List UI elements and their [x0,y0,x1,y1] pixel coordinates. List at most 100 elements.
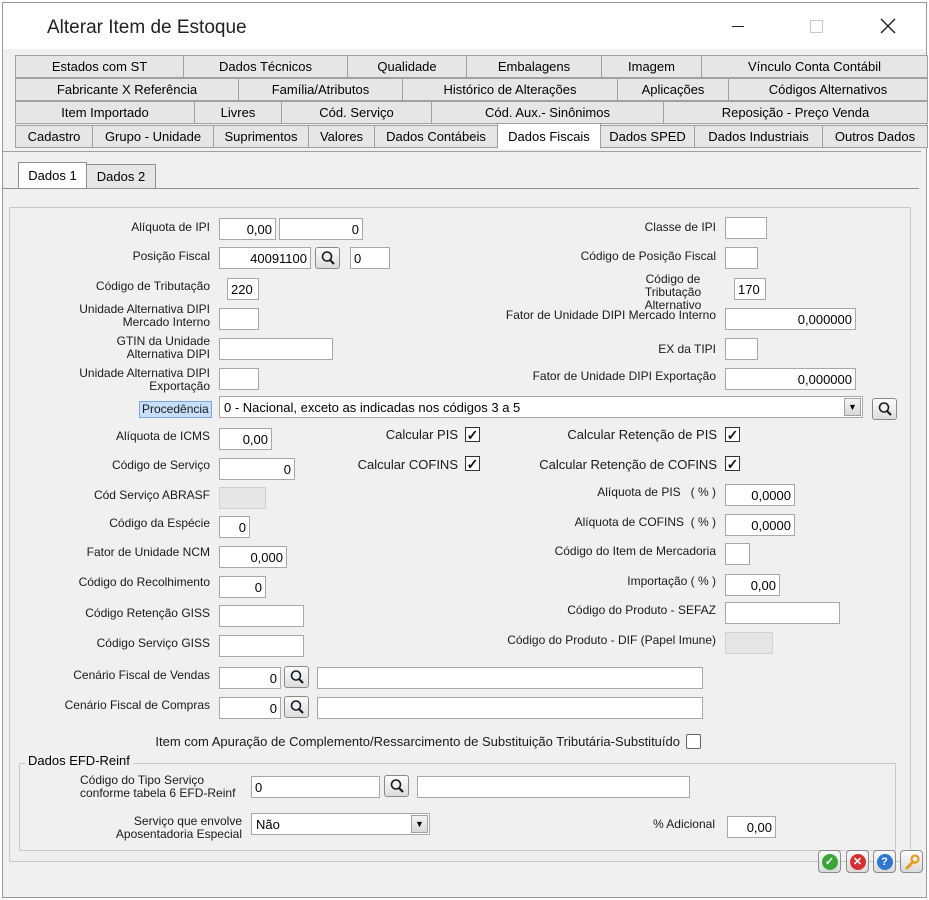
codigo-item-mercadoria-label: Código do Item de Mercadoria [554,544,716,558]
cod-servico-abrasf-input [219,487,266,509]
tab-embalagens[interactable]: Embalagens [466,55,602,78]
tab-estados-com-st[interactable]: Estados com ST [15,55,184,78]
importacao-label: Importação ( % ) [627,574,716,588]
subtab-dados-1[interactable]: Dados 1 [18,162,87,189]
calc-pis-checkbox[interactable]: ✓ [465,427,480,442]
codigo-tributacao-input[interactable]: 220 [227,278,259,300]
tab-reposicao-preco-venda[interactable]: Reposição - Preço Venda [663,101,928,124]
title-bar: Alterar Item de Estoque [3,3,926,49]
check-icon: ✓ [821,853,838,870]
classe-ipi-input[interactable] [725,217,767,239]
cenario-compras-search-button[interactable] [284,696,309,718]
codigo-recolhimento-input[interactable]: 0 [219,576,266,598]
aliquota-cofins-input[interactable]: 0,0000 [725,514,795,536]
calc-ret-pis-checkbox[interactable]: ✓ [725,427,740,442]
tab-cod-servico[interactable]: Cód. Serviço [281,101,432,124]
cancel-button[interactable]: ✕ [846,850,869,873]
posicao-fiscal-search-button[interactable] [315,247,340,269]
unid-alt-dipi-mi-input[interactable] [219,308,259,330]
aliquota-ipi-secondary-input[interactable]: 0 [279,218,363,240]
posicao-fiscal-input[interactable]: 40091100 [219,247,311,269]
subtab-dados-2[interactable]: Dados 2 [86,164,156,189]
tab-dados-sped[interactable]: Dados SPED [600,125,695,148]
tab-dados-industriais[interactable]: Dados Industriais [694,125,823,148]
fator-dipi-exp-input[interactable]: 0,000000 [725,368,856,390]
unid-alt-dipi-mi-label-line1: Unidade Alternativa DIPI [79,302,210,316]
aliquota-pis-input[interactable]: 0,0000 [725,484,795,506]
unid-alt-dipi-exp-input[interactable] [219,368,259,390]
importacao-input[interactable]: 0,00 [725,574,780,596]
tab-dados-tecnicos[interactable]: Dados Técnicos [183,55,348,78]
tab-codigos-alternativos[interactable]: Códigos Alternativos [728,78,928,101]
tab-vinculo-conta-contabil[interactable]: Vínculo Conta Contábil [701,55,928,78]
cenario-compras-description[interactable] [317,697,703,719]
chevron-down-icon[interactable]: ▼ [844,398,861,416]
procedencia-label: Procedência [139,401,212,418]
aliquota-ipi-label: Alíquota de IPI [131,220,210,234]
adicional-input[interactable]: 0,00 [727,816,776,838]
tipo-servico-description[interactable] [417,776,690,798]
tools-button[interactable] [900,850,923,873]
help-button[interactable]: ? [873,850,896,873]
tab-imagem[interactable]: Imagem [601,55,702,78]
codigo-especie-input[interactable]: 0 [219,516,250,538]
procedencia-search-button[interactable] [872,398,897,420]
tab-valores[interactable]: Valores [308,125,375,148]
chevron-down-icon[interactable]: ▼ [411,815,428,833]
ex-tipi-input[interactable] [725,338,758,360]
minimize-icon [732,25,744,27]
posicao-fiscal-secondary-input[interactable]: 0 [350,247,390,269]
tab-fabricante-referencia[interactable]: Fabricante X Referência [15,78,239,101]
search-icon [290,700,304,714]
close-button[interactable] [865,3,911,49]
tipo-servico-search-button[interactable] [384,775,409,797]
gtin-unid-alt-input[interactable] [219,338,333,360]
apuracao-checkbox[interactable] [686,734,701,749]
tab-outros-dados[interactable]: Outros Dados [822,125,928,148]
cenario-vendas-input[interactable]: 0 [219,667,281,689]
tab-item-importado[interactable]: Item Importado [15,101,195,124]
calc-ret-cofins-checkbox[interactable]: ✓ [725,456,740,471]
tab-familia-atributos[interactable]: Família/Atributos [238,78,403,101]
cenario-compras-input[interactable]: 0 [219,697,281,719]
cenario-compras-label: Cenário Fiscal de Compras [64,698,210,712]
tab-aplicacoes[interactable]: Aplicações [617,78,729,101]
codigo-retencao-giss-input[interactable] [219,605,304,627]
tab-dados-contabeis[interactable]: Dados Contábeis [374,125,498,148]
calc-cofins-checkbox[interactable]: ✓ [465,456,480,471]
aposentadoria-label-line1: Serviço que envolve [133,814,242,828]
codigo-servico-input[interactable]: 0 [219,458,295,480]
tab-livres[interactable]: Livres [194,101,282,124]
tipo-servico-input[interactable]: 0 [251,776,380,798]
maximize-button[interactable] [793,3,839,49]
tab-qualidade[interactable]: Qualidade [347,55,467,78]
procedencia-select[interactable]: 0 - Nacional, exceto as indicadas nos có… [219,396,863,418]
cenario-vendas-description[interactable] [317,667,703,689]
fator-unidade-ncm-input[interactable]: 0,000 [219,546,287,568]
codigo-trib-alt-input[interactable]: 170 [734,278,766,300]
aposentadoria-select[interactable]: Não ▼ [251,813,430,835]
cenario-vendas-search-button[interactable] [284,666,309,688]
tab-cod-aux-sinonimos[interactable]: Cód. Aux.- Sinônimos [431,101,664,124]
tab-suprimentos[interactable]: Suprimentos [213,125,309,148]
aliquota-ipi-input[interactable]: 0,00 [219,218,276,240]
tipo-servico-label: Código do Tipo Serviço conforme tabela 6 … [80,774,250,800]
codigo-posicao-fiscal-input[interactable] [725,247,758,269]
tab-grupo-unidade[interactable]: Grupo - Unidade [92,125,214,148]
aposentadoria-value: Não [256,816,280,832]
close-icon [880,18,896,34]
minimize-button[interactable] [715,3,761,49]
aposentadoria-label-line2: Aposentadoria Especial [115,827,242,841]
codigo-servico-giss-input[interactable] [219,635,304,657]
codigo-produto-sefaz-input[interactable] [725,602,840,624]
cod-servico-abrasf-label: Cód Serviço ABRASF [93,488,210,502]
fator-dipi-exp-label: Fator de Unidade DIPI Exportação [532,369,716,383]
codigo-item-mercadoria-input[interactable] [725,543,750,565]
maximize-icon [809,19,823,33]
tab-historico-alteracoes[interactable]: Histórico de Alterações [402,78,618,101]
ok-button[interactable]: ✓ [818,850,841,873]
tab-dados-fiscais[interactable]: Dados Fiscais [497,123,601,149]
fator-dipi-mi-input[interactable]: 0,000000 [725,308,856,330]
tab-cadastro[interactable]: Cadastro [15,125,93,148]
aliquota-icms-input[interactable]: 0,00 [219,428,272,450]
